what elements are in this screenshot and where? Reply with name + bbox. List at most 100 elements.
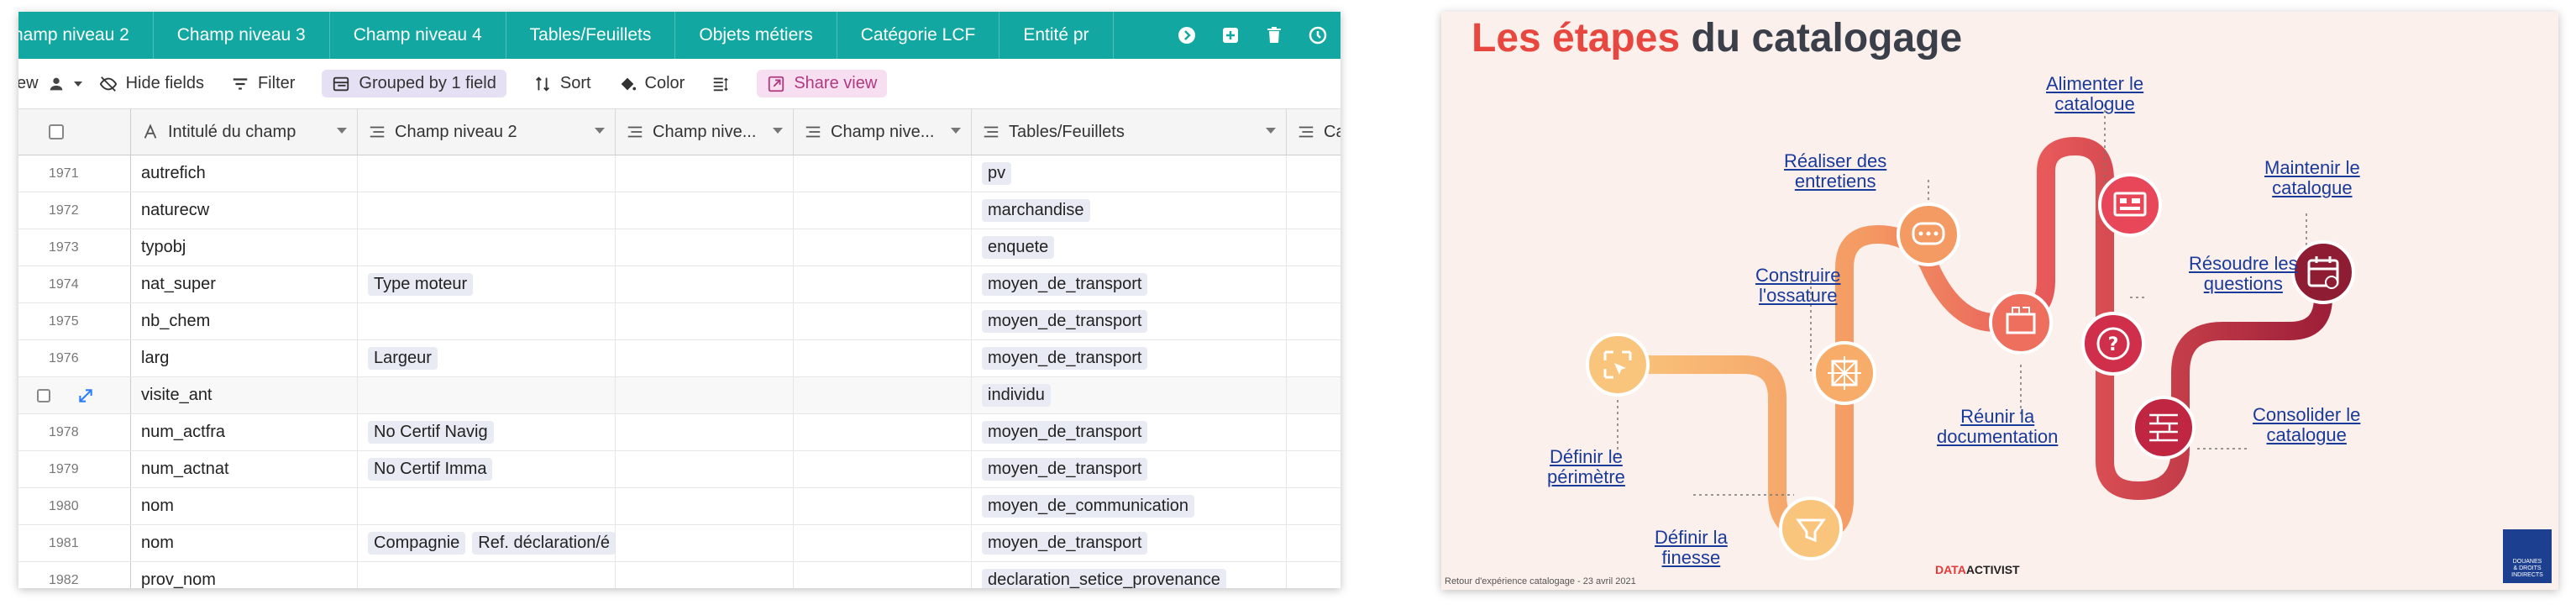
row-number[interactable]: 1979 [18,451,131,487]
cell-categorie[interactable] [1287,414,1340,450]
cell-intitule[interactable]: autrefich [131,155,358,192]
cell-categorie[interactable] [1287,155,1340,192]
row-number[interactable] [18,377,131,413]
row-number[interactable]: 1974 [18,266,131,302]
linked-record-pill[interactable]: pv [982,162,1012,185]
cell-empty[interactable] [794,525,972,561]
cell-categorie[interactable] [1287,488,1340,524]
add-table-icon[interactable] [1220,24,1241,46]
cell-tables-feuillets[interactable]: moyen_de_transport [972,414,1287,450]
row-number[interactable]: 1972 [18,192,131,229]
cell-empty[interactable] [616,266,794,302]
table-row[interactable]: 1982 prov_nom declaration_setice_provenanc… [18,562,1340,588]
cell-tables-feuillets[interactable]: moyen_de_communication [972,488,1287,524]
chevron-down-icon[interactable] [337,128,347,134]
linked-record-pill[interactable]: individu [982,384,1051,407]
cell-champ-niveau-2[interactable] [358,562,616,588]
table-row[interactable]: 1981 nom Compagnie Ref. déclaration/é moyen_… [18,525,1340,562]
column-header-champ-niveau-4[interactable]: Champ nive... [794,109,972,155]
tab-champ-niveau-4[interactable]: Champ niveau 4 [330,12,506,59]
history-icon[interactable] [1307,24,1329,46]
cell-empty[interactable] [794,488,972,524]
cell-empty[interactable] [616,340,794,376]
cell-tables-feuillets[interactable]: marchandise [972,192,1287,229]
linked-record-pill[interactable]: Compagnie [368,532,466,555]
tab-tables-feuillets[interactable]: Tables/Feuillets [506,12,676,59]
table-row[interactable]: 1979 num_actnat No Certif Imma moyen_de_tra… [18,451,1340,488]
cell-tables-feuillets[interactable]: moyen_de_transport [972,525,1287,561]
linked-record-pill[interactable]: Largeur [368,347,438,370]
cell-intitule[interactable]: nom [131,488,358,524]
label-maintenir[interactable]: Maintenir le catalogue [2264,158,2360,198]
filter-button[interactable]: Filter [231,74,295,93]
cell-intitule[interactable]: num_actnat [131,451,358,487]
row-number[interactable]: 1975 [18,303,131,339]
linked-record-pill[interactable]: No Certif Navig [368,421,494,444]
label-realiser[interactable]: Réaliser des entretiens [1784,151,1886,192]
cell-empty[interactable] [616,414,794,450]
cell-tables-feuillets[interactable]: moyen_de_transport [972,451,1287,487]
table-row[interactable]: 1978 num_actfra No Certif Navig moyen_de_tr… [18,414,1340,451]
cell-intitule[interactable]: naturecw [131,192,358,229]
cell-categorie[interactable] [1287,525,1340,561]
row-number[interactable]: 1971 [18,155,131,192]
column-header-champ-niveau-2[interactable]: Champ niveau 2 [358,109,616,155]
cell-intitule[interactable]: prov_nom [131,562,358,588]
label-resoudre[interactable]: Résoudre les questions [2189,254,2298,294]
sort-button[interactable]: Sort [533,74,591,93]
table-row[interactable]: 1974 nat_super Type moteur moyen_de_transpo… [18,266,1340,303]
cell-categorie[interactable] [1287,229,1340,266]
linked-record-pill[interactable]: declaration_setice_provenance [982,569,1226,588]
cell-empty[interactable] [616,451,794,487]
cell-champ-niveau-2[interactable] [358,229,616,266]
cell-intitule[interactable]: nom [131,525,358,561]
chevron-down-icon[interactable] [595,128,605,134]
cell-empty[interactable] [794,229,972,266]
table-row[interactable]: 1971 autrefich pv [18,155,1340,192]
select-all-cell[interactable] [18,109,131,155]
linked-record-pill[interactable]: Type moteur [368,273,474,296]
color-button[interactable]: Color [618,74,685,93]
linked-record-pill[interactable]: marchandise [982,199,1090,222]
cell-champ-niveau-2[interactable]: Type moteur [358,266,616,302]
row-number[interactable]: 1973 [18,229,131,266]
chevron-down-icon[interactable] [773,128,783,134]
cell-categorie[interactable] [1287,340,1340,376]
view-switcher[interactable]: ew [18,74,82,93]
linked-record-pill[interactable]: Ref. déclaration/é [472,532,615,555]
cell-categorie[interactable] [1287,377,1340,413]
cell-empty[interactable] [616,562,794,588]
cell-empty[interactable] [616,155,794,192]
tab-entite[interactable]: Entité pr [999,12,1114,59]
cell-empty[interactable] [616,488,794,524]
expand-record-icon[interactable] [77,387,94,404]
linked-record-pill[interactable]: moyen_de_transport [982,347,1148,370]
cell-tables-feuillets[interactable]: moyen_de_transport [972,340,1287,376]
linked-record-pill[interactable]: moyen_de_transport [982,421,1148,444]
column-header-categorie[interactable]: Cat [1287,109,1340,155]
linked-record-pill[interactable]: moyen_de_transport [982,273,1148,296]
cell-tables-feuillets[interactable]: individu [972,377,1287,413]
cell-tables-feuillets[interactable]: pv [972,155,1287,192]
table-row[interactable]: 1976 larg Largeur moyen_de_transport [18,340,1340,377]
label-definir-perimetre[interactable]: Définir le périmètre [1547,447,1625,487]
cell-champ-niveau-2[interactable]: Largeur [358,340,616,376]
scroll-tabs-icon[interactable] [1176,24,1198,46]
label-alimenter[interactable]: Alimenter le catalogue [2046,74,2143,114]
cell-categorie[interactable] [1287,562,1340,588]
row-number[interactable]: 1982 [18,562,131,588]
label-definir-finesse[interactable]: Définir la finesse [1655,528,1728,568]
cell-empty[interactable] [794,155,972,192]
select-all-checkbox[interactable] [49,124,64,139]
cell-empty[interactable] [794,192,972,229]
row-number[interactable]: 1976 [18,340,131,376]
cell-empty[interactable] [616,192,794,229]
cell-champ-niveau-2[interactable] [358,377,616,413]
linked-record-pill[interactable]: moyen_de_transport [982,532,1148,555]
tab-objets-metiers[interactable]: Objets métiers [675,12,837,59]
cell-empty[interactable] [616,525,794,561]
cell-empty[interactable] [616,303,794,339]
cell-champ-niveau-2[interactable]: Compagnie Ref. déclaration/é [358,525,616,561]
row-number[interactable]: 1980 [18,488,131,524]
linked-record-pill[interactable]: moyen_de_communication [982,495,1195,518]
